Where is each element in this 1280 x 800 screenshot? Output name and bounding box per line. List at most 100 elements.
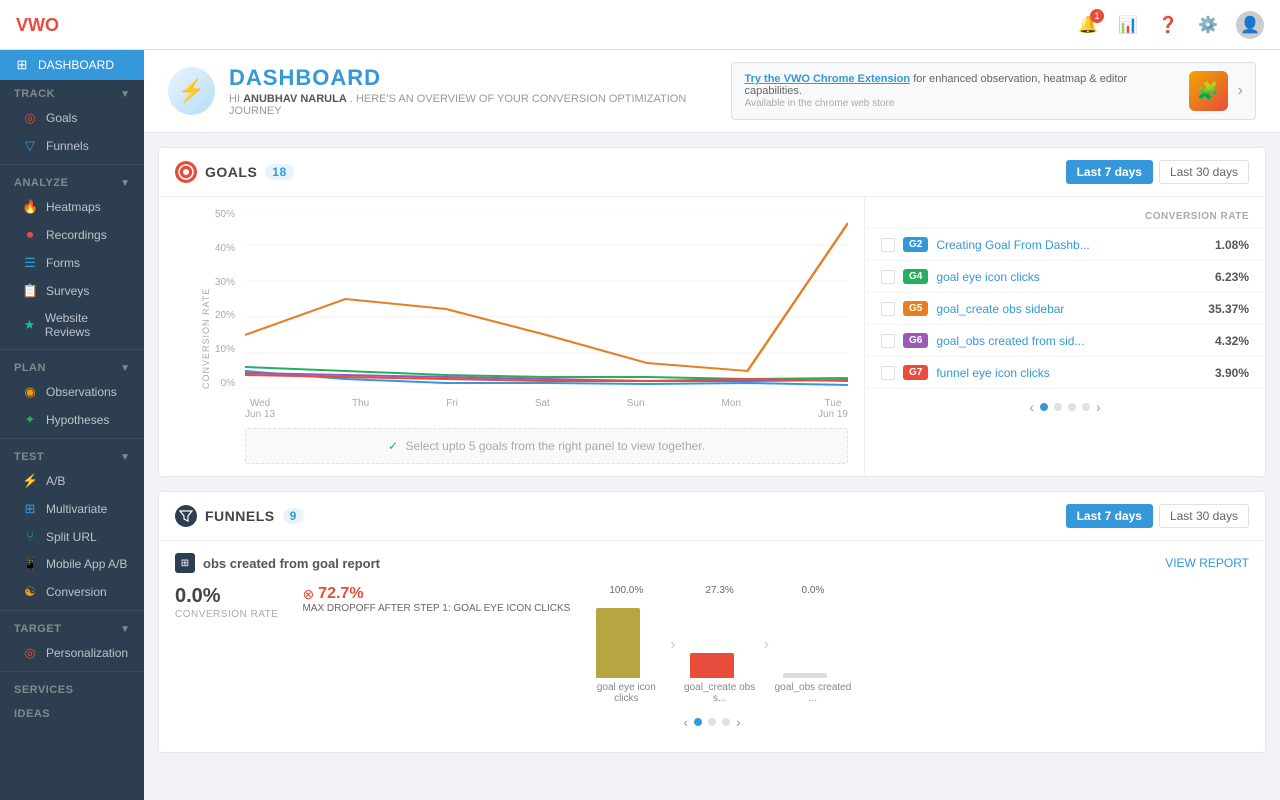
goal-checkbox-g4[interactable]	[881, 270, 895, 284]
goals-page-dot-1[interactable]	[1040, 403, 1048, 411]
sidebar-item-label: Goals	[46, 111, 77, 125]
test-arrow: ▼	[120, 452, 130, 463]
recordings-icon: ⏺	[22, 227, 38, 243]
sidebar-item-ab[interactable]: ⚡ A/B	[0, 467, 144, 495]
sidebar-section-track[interactable]: TRACK ▼	[0, 80, 144, 104]
goal-name-g6[interactable]: goal_obs created from sid...	[936, 334, 1191, 348]
sidebar-item-multivariate[interactable]: ⊞ Multivariate	[0, 495, 144, 523]
goal-rate-g2: 1.08%	[1199, 238, 1249, 252]
sidebar-item-label: Surveys	[46, 284, 89, 298]
plan-label: PLAN	[14, 362, 46, 374]
goal-checkbox-g2[interactable]	[881, 238, 895, 252]
funnel-bar-arrow-1: ›	[670, 636, 675, 654]
goal-name-g5[interactable]: goal_create obs sidebar	[936, 302, 1191, 316]
funnel-view-report[interactable]: VIEW REPORT	[1165, 556, 1249, 570]
goals-page-dot-4[interactable]	[1082, 403, 1090, 411]
ab-icon: ⚡	[22, 473, 38, 489]
logo[interactable]: VWO	[16, 13, 64, 37]
goal-rate-g4: 6.23%	[1199, 270, 1249, 284]
funnel-bar-1: 100.0% goal eye icon clicks	[586, 585, 666, 704]
goals-prev-arrow[interactable]: ‹	[1029, 399, 1034, 415]
track-arrow: ▼	[120, 89, 130, 100]
x-label-wed: Wed Jun 13	[245, 398, 275, 420]
funnel-conversion-label: CONVERSION RATE	[175, 609, 278, 620]
sidebar-item-website-reviews[interactable]: ★ Website Reviews	[0, 305, 144, 345]
notification-badge: 1	[1090, 9, 1104, 23]
chrome-ext-arrow[interactable]: ›	[1238, 82, 1243, 100]
chart-hint-text: Select upto 5 goals from the right panel…	[405, 439, 705, 453]
sidebar-item-hypotheses[interactable]: ✦ Hypotheses	[0, 406, 144, 434]
funnel-bar-3-track	[783, 598, 843, 678]
goals-tab-30days[interactable]: Last 30 days	[1159, 160, 1249, 184]
funnel-bar-2-pct: 27.3%	[705, 585, 733, 596]
goals-chart-svg	[245, 209, 848, 389]
goal-checkbox-g7[interactable]	[881, 366, 895, 380]
funnel-metrics-inner: 0.0% CONVERSION RATE ⊗ 72.7% MAX DROPOFF…	[175, 585, 570, 620]
goal-rate-g6: 4.32%	[1199, 334, 1249, 348]
funnels-tab-30days[interactable]: Last 30 days	[1159, 504, 1249, 528]
goals-page-dot-2[interactable]	[1054, 403, 1062, 411]
dashboard-icon: ⊞	[14, 57, 30, 73]
goals-content: CONVERSION RATE 50% 40% 30% 20% 10% 0%	[159, 197, 1265, 476]
goal-row-g4: G4 goal eye icon clicks 6.23%	[865, 261, 1265, 293]
goals-title-text: GOALS	[205, 164, 257, 180]
funnel-header-row: ⊞ obs created from goal report VIEW REPO…	[175, 553, 1249, 573]
goals-tab-7days[interactable]: Last 7 days	[1066, 160, 1153, 184]
sidebar-section-services[interactable]: SERVICES	[0, 676, 144, 700]
sidebar-item-recordings[interactable]: ⏺ Recordings	[0, 221, 144, 249]
x-label-sat: Sat	[535, 398, 550, 420]
sidebar-section-target[interactable]: TARGET ▼	[0, 615, 144, 639]
svg-text:VWO: VWO	[16, 15, 59, 35]
activity-icon[interactable]: 📊	[1116, 13, 1140, 37]
funnel-dropoff-value: 72.7%	[318, 585, 363, 603]
funnel-page-dot-2[interactable]	[708, 718, 716, 726]
funnel-page-dot-3[interactable]	[722, 718, 730, 726]
goals-list-header: CONVERSION RATE	[865, 205, 1265, 229]
goal-name-g2[interactable]: Creating Goal From Dashb...	[936, 238, 1191, 252]
sidebar-section-test[interactable]: TEST ▼	[0, 443, 144, 467]
sidebar-item-conversion[interactable]: ☯ Conversion	[0, 578, 144, 606]
funnel-prev-arrow[interactable]: ‹	[683, 714, 688, 730]
funnels-panel-title: FUNNELS 9	[175, 505, 304, 527]
sidebar-section-analyze[interactable]: ANALYZE ▼	[0, 169, 144, 193]
goal-checkbox-g5[interactable]	[881, 302, 895, 316]
notification-icon[interactable]: 🔔1	[1076, 13, 1100, 37]
funnel-conversion-value: 0.0%	[175, 585, 278, 608]
sidebar-item-forms[interactable]: ☰ Forms	[0, 249, 144, 277]
sidebar-item-goals[interactable]: ◎ Goals	[0, 104, 144, 132]
user-avatar[interactable]: 👤	[1236, 11, 1264, 39]
sidebar-section-ideas[interactable]: IDEAS	[0, 700, 144, 724]
observations-icon: ◉	[22, 384, 38, 400]
x-label-tue: Tue Jun 19	[818, 398, 848, 420]
goal-checkbox-g6[interactable]	[881, 334, 895, 348]
funnel-page-dot-1[interactable]	[694, 718, 702, 726]
sidebar-item-dashboard[interactable]: ⊞ DASHBOARD	[0, 50, 144, 80]
goal-name-g7[interactable]: funnel eye icon clicks	[936, 366, 1191, 380]
heatmaps-icon: 🔥	[22, 199, 38, 215]
sidebar-section-plan[interactable]: PLAN ▼	[0, 354, 144, 378]
sidebar-item-split-url[interactable]: ⑂ Split URL	[0, 523, 144, 550]
funnels-tab-7days[interactable]: Last 7 days	[1066, 504, 1153, 528]
sidebar-item-label: Mobile App A/B	[46, 557, 127, 571]
funnel-bar-arrow-2: ›	[764, 636, 769, 654]
goal-badge-g7: G7	[903, 365, 928, 380]
funnels-count-badge: 9	[283, 508, 304, 524]
chrome-ext-link[interactable]: Try the VWO Chrome Extension	[744, 73, 910, 85]
sidebar-item-surveys[interactable]: 📋 Surveys	[0, 277, 144, 305]
sidebar-item-heatmaps[interactable]: 🔥 Heatmaps	[0, 193, 144, 221]
goals-panel: GOALS 18 Last 7 days Last 30 days CONVER…	[158, 147, 1266, 477]
divider-4	[0, 610, 144, 611]
settings-icon[interactable]: ⚙️	[1196, 13, 1220, 37]
goal-name-g4[interactable]: goal eye icon clicks	[936, 270, 1191, 284]
greeting-text: HI	[229, 93, 240, 105]
sidebar-item-funnels[interactable]: ▽ Funnels	[0, 132, 144, 160]
sidebar-item-mobile-ab[interactable]: 📱 Mobile App A/B	[0, 550, 144, 578]
check-icon: ✓	[388, 439, 398, 453]
help-icon[interactable]: ❓	[1156, 13, 1180, 37]
sidebar-item-personalization[interactable]: ◎ Personalization	[0, 639, 144, 667]
sidebar-item-observations[interactable]: ◉ Observations	[0, 378, 144, 406]
goals-page-dot-3[interactable]	[1068, 403, 1076, 411]
goal-row-g2: G2 Creating Goal From Dashb... 1.08%	[865, 229, 1265, 261]
funnel-next-arrow[interactable]: ›	[736, 714, 741, 730]
goals-next-arrow[interactable]: ›	[1096, 399, 1101, 415]
